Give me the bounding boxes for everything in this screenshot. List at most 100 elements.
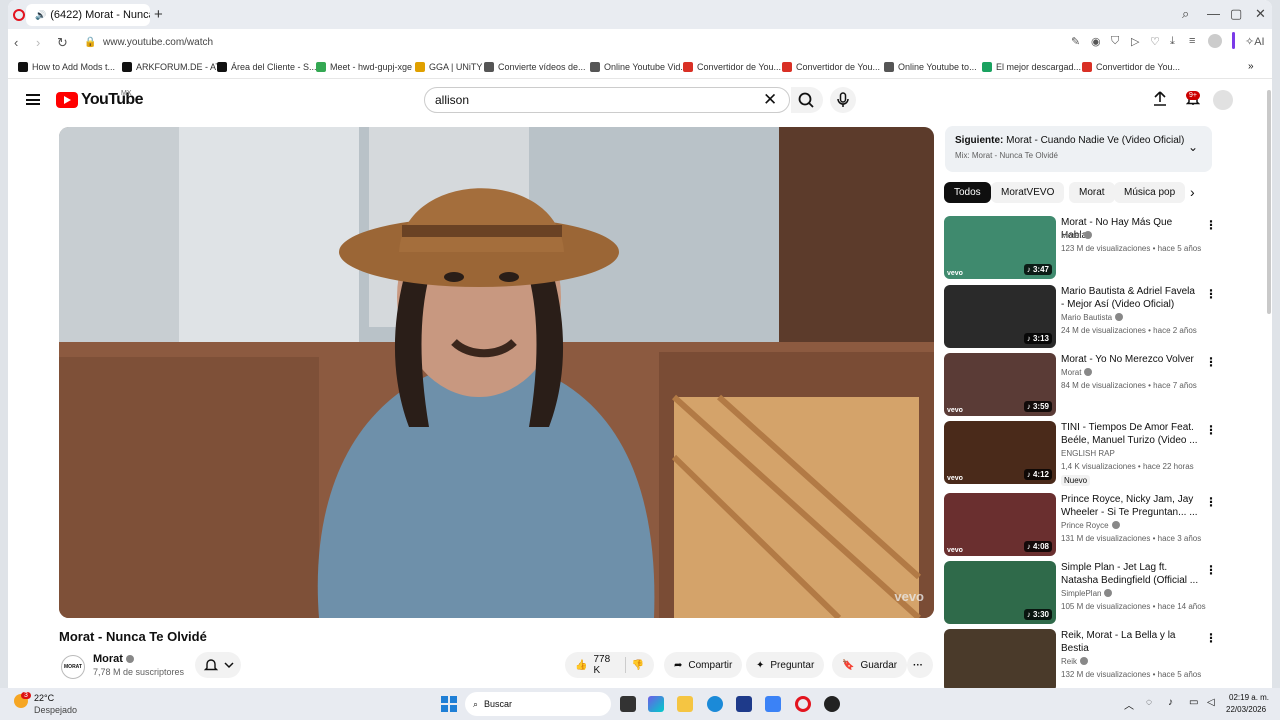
- upload-icon[interactable]: [1152, 90, 1168, 108]
- channel-name[interactable]: Morat: [93, 653, 134, 665]
- profile-icon[interactable]: [1208, 34, 1222, 48]
- filter-chip[interactable]: Morat: [1069, 182, 1115, 203]
- more-options-icon[interactable]: ⋮: [1205, 563, 1217, 577]
- recommendation-card[interactable]: vevo ♪ 3:47 Morat - No Hay Más Que Hablar M…: [944, 216, 1220, 280]
- back-icon[interactable]: ‹: [14, 35, 18, 50]
- camera-icon[interactable]: ◉: [1091, 35, 1101, 48]
- next-up-panel[interactable]: Siguiente: Morat - Cuando Nadie Ve (Vide…: [945, 126, 1212, 172]
- video-thumbnail[interactable]: vevo ♪ 3:59: [944, 353, 1056, 416]
- edge-icon[interactable]: [707, 696, 723, 712]
- more-bookmarks-icon[interactable]: »: [1248, 61, 1254, 72]
- taskbar-search[interactable]: ⌕ Buscar: [465, 692, 611, 716]
- video-thumbnail[interactable]: ♪ 3:13: [944, 285, 1056, 348]
- video-thumbnail[interactable]: [944, 629, 1056, 688]
- more-options-icon[interactable]: ⋮: [1205, 287, 1217, 301]
- bookmark-item[interactable]: ARKFORUM.DE - AT...: [122, 62, 227, 72]
- recommendation-card[interactable]: vevo ♪ 3:59 Morat - Yo No Merezco Volver Mo…: [944, 353, 1220, 417]
- bookmark-item[interactable]: El mejor descargad...: [982, 62, 1081, 72]
- recommendation-channel[interactable]: Reik: [1061, 657, 1089, 666]
- search-button[interactable]: [791, 87, 823, 113]
- recommendation-channel[interactable]: Mario Bautista: [1061, 313, 1124, 322]
- recommendation-title[interactable]: Morat - Yo No Merezco Volver: [1061, 353, 1201, 366]
- recommendation-title[interactable]: Prince Royce, Nicky Jam, Jay Wheeler - S…: [1061, 493, 1201, 519]
- close-window-icon[interactable]: ✕: [1255, 6, 1266, 22]
- reload-icon[interactable]: ↻: [57, 35, 68, 51]
- edit-icon[interactable]: ✎: [1071, 35, 1080, 48]
- channel-avatar[interactable]: MORAT: [61, 655, 85, 679]
- new-tab-button[interactable]: +: [154, 6, 163, 23]
- more-actions-icon[interactable]: ···: [907, 652, 933, 678]
- share-button[interactable]: ➦ Compartir: [664, 652, 743, 678]
- bookmark-item[interactable]: Convertidor de You...: [683, 62, 781, 72]
- play-icon[interactable]: ▷: [1131, 35, 1139, 48]
- display-icon[interactable]: ▭: [1189, 697, 1198, 708]
- recommendation-title[interactable]: Reik, Morat - La Bella y la Bestia: [1061, 629, 1201, 655]
- recommendation-channel[interactable]: Prince Royce: [1061, 521, 1120, 530]
- recommendation-channel[interactable]: SimplePlan: [1061, 589, 1113, 598]
- file-explorer-icon[interactable]: [677, 696, 693, 712]
- mic-tray-icon[interactable]: ♪: [1168, 697, 1173, 708]
- video-player[interactable]: vevo: [59, 127, 934, 618]
- filter-chip[interactable]: Música pop: [1114, 182, 1186, 203]
- bookmark-item[interactable]: Meet - hwd-gupj-xge: [316, 62, 412, 72]
- recommendation-card[interactable]: vevo ♪ 4:08 Prince Royce, Nicky Jam, Jay W…: [944, 493, 1220, 557]
- bookmark-item[interactable]: Convertidor de You...: [782, 62, 880, 72]
- filter-chip[interactable]: MoratVEVO: [991, 182, 1065, 203]
- url-field[interactable]: www.youtube.com/watch: [103, 37, 213, 48]
- app-icon[interactable]: [824, 696, 840, 712]
- chevron-right-icon[interactable]: ›: [1190, 184, 1195, 200]
- more-options-icon[interactable]: ⋮: [1205, 355, 1217, 369]
- opera-menu-icon[interactable]: [13, 8, 25, 26]
- store-icon[interactable]: [736, 696, 752, 712]
- maximize-icon[interactable]: ▢: [1230, 6, 1242, 22]
- forward-icon[interactable]: ›: [36, 35, 40, 50]
- active-tab[interactable]: 🔊 (6422) Morat - Nunca: [26, 4, 150, 26]
- bookmark-item[interactable]: Online Youtube Vid...: [590, 62, 688, 72]
- video-thumbnail[interactable]: vevo ♪ 3:47: [944, 216, 1056, 279]
- bookmark-item[interactable]: Convierte vídeos de...: [484, 62, 586, 72]
- subscription-bell-button[interactable]: [195, 652, 241, 678]
- recommendation-title[interactable]: Simple Plan - Jet Lag ft. Natasha Beding…: [1061, 561, 1201, 587]
- filter-chip[interactable]: Todos: [944, 182, 991, 203]
- opera-taskbar-icon[interactable]: [795, 696, 811, 712]
- more-options-icon[interactable]: ⋮: [1205, 631, 1217, 645]
- bookmark-item[interactable]: How to Add Mods t...: [18, 62, 115, 72]
- chevron-down-icon[interactable]: ⌄: [1188, 140, 1198, 154]
- recommendation-title[interactable]: TINI - Tiempos De Amor Feat. Beéle, Manu…: [1061, 421, 1201, 447]
- network-icon[interactable]: ◌: [1146, 697, 1152, 708]
- bookmark-item[interactable]: GGA | UNiTY: [415, 62, 482, 72]
- ask-button[interactable]: ✦ Preguntar: [746, 652, 825, 678]
- bookmark-item[interactable]: Online Youtube to...: [884, 62, 977, 72]
- download-icon[interactable]: ⤓: [1170, 35, 1175, 48]
- copilot-icon[interactable]: [648, 696, 664, 712]
- video-thumbnail[interactable]: vevo ♪ 4:12: [944, 421, 1056, 484]
- recommendation-channel[interactable]: ENGLISH RAP: [1061, 449, 1115, 458]
- recommendation-card[interactable]: ♪ 3:13 Mario Bautista & Adriel Favela - M…: [944, 285, 1220, 349]
- more-options-icon[interactable]: ⋮: [1205, 495, 1217, 509]
- minimize-icon[interactable]: —: [1207, 6, 1220, 21]
- recommendation-card[interactable]: vevo ♪ 4:12 TINI - Tiempos De Amor Feat. B…: [944, 421, 1220, 486]
- tray-chevron-icon[interactable]: ︿: [1124, 697, 1134, 712]
- like-button[interactable]: 👍 778 K 👎: [565, 652, 654, 678]
- menu-lines-icon[interactable]: ≡: [1189, 35, 1195, 47]
- scrollbar[interactable]: [1267, 90, 1271, 314]
- heart-icon[interactable]: ♡: [1150, 35, 1160, 48]
- video-thumbnail[interactable]: ♪ 3:30: [944, 561, 1056, 624]
- hamburger-menu-icon[interactable]: [26, 94, 40, 105]
- clear-search-icon[interactable]: ✕: [763, 90, 777, 110]
- video-thumbnail[interactable]: vevo ♪ 4:08: [944, 493, 1056, 556]
- more-options-icon[interactable]: ⋮: [1205, 218, 1217, 232]
- search-input[interactable]: allison: [424, 87, 790, 113]
- save-button[interactable]: 🔖 Guardar: [832, 652, 908, 678]
- clock-date[interactable]: 22/03/2026: [1226, 705, 1266, 714]
- clock-time[interactable]: 02:19 a. m.: [1229, 693, 1269, 702]
- recommendation-card[interactable]: ♪ 3:30 Simple Plan - Jet Lag ft. Natasha …: [944, 561, 1220, 625]
- thumbs-down-icon[interactable]: 👎: [632, 660, 644, 671]
- mail-icon[interactable]: [765, 696, 781, 712]
- more-options-icon[interactable]: ⋮: [1205, 423, 1217, 437]
- aria-icon[interactable]: ✧AI: [1245, 35, 1265, 48]
- recommendation-title[interactable]: Mario Bautista & Adriel Favela - Mejor A…: [1061, 285, 1201, 311]
- account-avatar[interactable]: [1213, 90, 1233, 110]
- volume-icon[interactable]: ◁: [1207, 697, 1215, 708]
- search-tabs-icon[interactable]: ⌕: [1182, 6, 1189, 22]
